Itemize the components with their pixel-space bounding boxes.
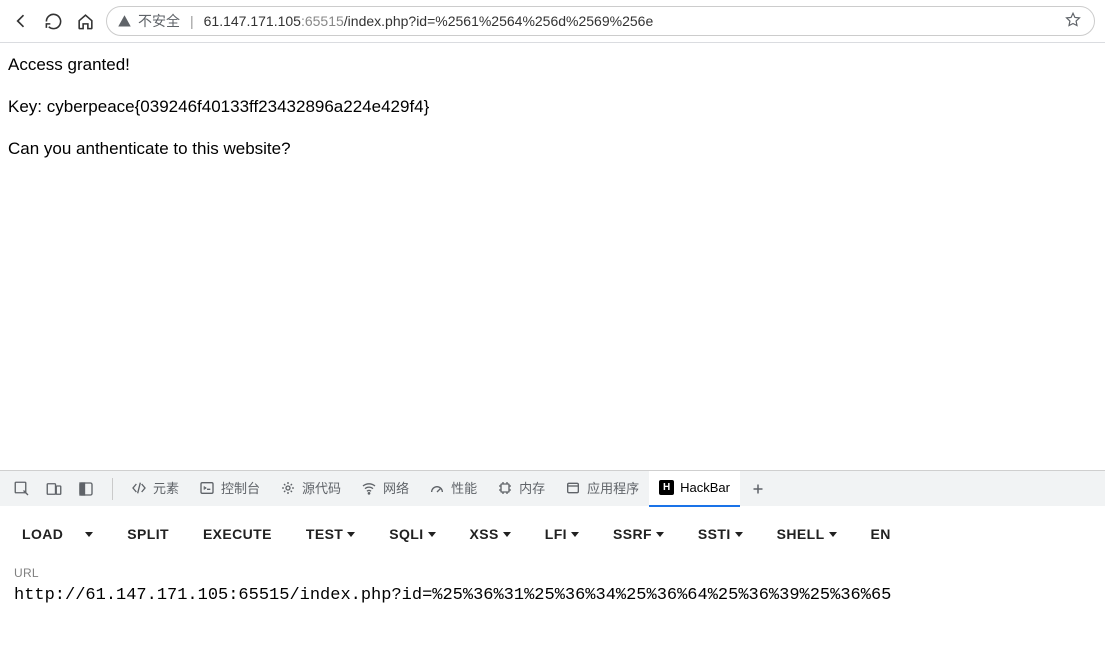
tab-elements-label: 元素 (153, 478, 179, 497)
address-url: 61.147.171.105:65515/index.php?id=%2561%… (204, 13, 1054, 29)
tab-performance[interactable]: 性能 (419, 471, 487, 507)
hackbar-url-label: URL (14, 566, 1091, 580)
tab-hackbar[interactable]: H HackBar (649, 471, 740, 507)
execute-button-label: EXECUTE (203, 526, 272, 542)
insecure-indicator: 不安全 (117, 11, 180, 31)
split-button[interactable]: SPLIT (115, 518, 181, 550)
tab-network[interactable]: 网络 (351, 471, 419, 507)
tab-sources[interactable]: 源代码 (270, 471, 351, 507)
hackbar-url-input[interactable]: http://61.147.171.105:65515/index.php?id… (14, 586, 1091, 605)
encode-dropdown-label: EN (871, 526, 891, 542)
test-dropdown[interactable]: TEST (294, 518, 367, 550)
home-button[interactable] (74, 10, 96, 32)
browser-top-bar: 不安全 | 61.147.171.105:65515/index.php?id=… (0, 0, 1105, 42)
chevron-down-icon (571, 532, 579, 537)
insecure-label: 不安全 (138, 11, 180, 31)
sqli-dropdown[interactable]: SQLI (377, 518, 447, 550)
tab-application-label: 应用程序 (587, 478, 639, 497)
load-dropdown[interactable] (85, 524, 105, 545)
hackbar-url-block: URL http://61.147.171.105:65515/index.ph… (0, 562, 1105, 617)
xss-dropdown-label: XSS (470, 526, 499, 542)
bookmark-star-icon[interactable] (1064, 11, 1082, 32)
execute-button[interactable]: EXECUTE (191, 518, 284, 550)
tab-sources-label: 源代码 (302, 478, 341, 497)
device-toggle-icon[interactable] (40, 475, 68, 503)
lfi-dropdown[interactable]: LFI (533, 518, 591, 550)
panel-layout-icon[interactable] (72, 475, 100, 503)
tabbar-separator (112, 478, 113, 500)
chevron-down-icon (829, 532, 837, 537)
chevron-down-icon (503, 532, 511, 537)
xss-dropdown[interactable]: XSS (458, 518, 523, 550)
more-tabs-button[interactable] (744, 475, 772, 503)
test-dropdown-label: TEST (306, 526, 343, 542)
tab-console-label: 控制台 (221, 478, 260, 497)
devtools-panel: 元素 控制台 源代码 网络 性能 内存 应用程序 H HackBar (0, 470, 1105, 646)
tab-performance-label: 性能 (451, 478, 477, 497)
back-button[interactable] (10, 10, 32, 32)
tab-memory[interactable]: 内存 (487, 471, 555, 507)
chevron-down-icon (85, 532, 93, 537)
shell-dropdown-label: SHELL (777, 526, 825, 542)
page-line-key: Key: cyberpeace{039246f40133ff23432896a2… (8, 97, 1097, 117)
ssrf-dropdown[interactable]: SSRF (601, 518, 676, 550)
load-button[interactable]: LOAD (10, 518, 75, 550)
page-viewport: Access granted! Key: cyberpeace{039246f4… (0, 42, 1105, 469)
tab-elements[interactable]: 元素 (121, 471, 189, 507)
page-line-access: Access granted! (8, 55, 1097, 75)
tab-memory-label: 内存 (519, 478, 545, 497)
shell-dropdown[interactable]: SHELL (765, 518, 849, 550)
tab-application[interactable]: 应用程序 (555, 471, 649, 507)
page-line-question: Can you anthenticate to this website? (8, 139, 1097, 159)
lfi-dropdown-label: LFI (545, 526, 567, 542)
chevron-down-icon (428, 532, 436, 537)
inspect-element-icon[interactable] (8, 475, 36, 503)
hackbar-buttons-row: LOAD SPLIT EXECUTE TEST SQLI XSS LFI SSR… (0, 506, 1105, 562)
ssrf-dropdown-label: SSRF (613, 526, 652, 542)
address-bar[interactable]: 不安全 | 61.147.171.105:65515/index.php?id=… (106, 6, 1095, 36)
chevron-down-icon (656, 532, 664, 537)
address-separator: | (190, 13, 194, 29)
tab-network-label: 网络 (383, 478, 409, 497)
reload-button[interactable] (42, 10, 64, 32)
hackbar-icon: H (659, 480, 674, 495)
chevron-down-icon (735, 532, 743, 537)
tab-hackbar-label: HackBar (680, 480, 730, 495)
ssti-dropdown-label: SSTI (698, 526, 731, 542)
load-button-label: LOAD (22, 526, 63, 542)
tab-console[interactable]: 控制台 (189, 471, 270, 507)
split-button-label: SPLIT (127, 526, 169, 542)
sqli-dropdown-label: SQLI (389, 526, 423, 542)
devtools-tabbar: 元素 控制台 源代码 网络 性能 内存 应用程序 H HackBar (0, 470, 1105, 506)
chevron-down-icon (347, 532, 355, 537)
ssti-dropdown[interactable]: SSTI (686, 518, 755, 550)
encode-dropdown[interactable]: EN (859, 518, 903, 550)
